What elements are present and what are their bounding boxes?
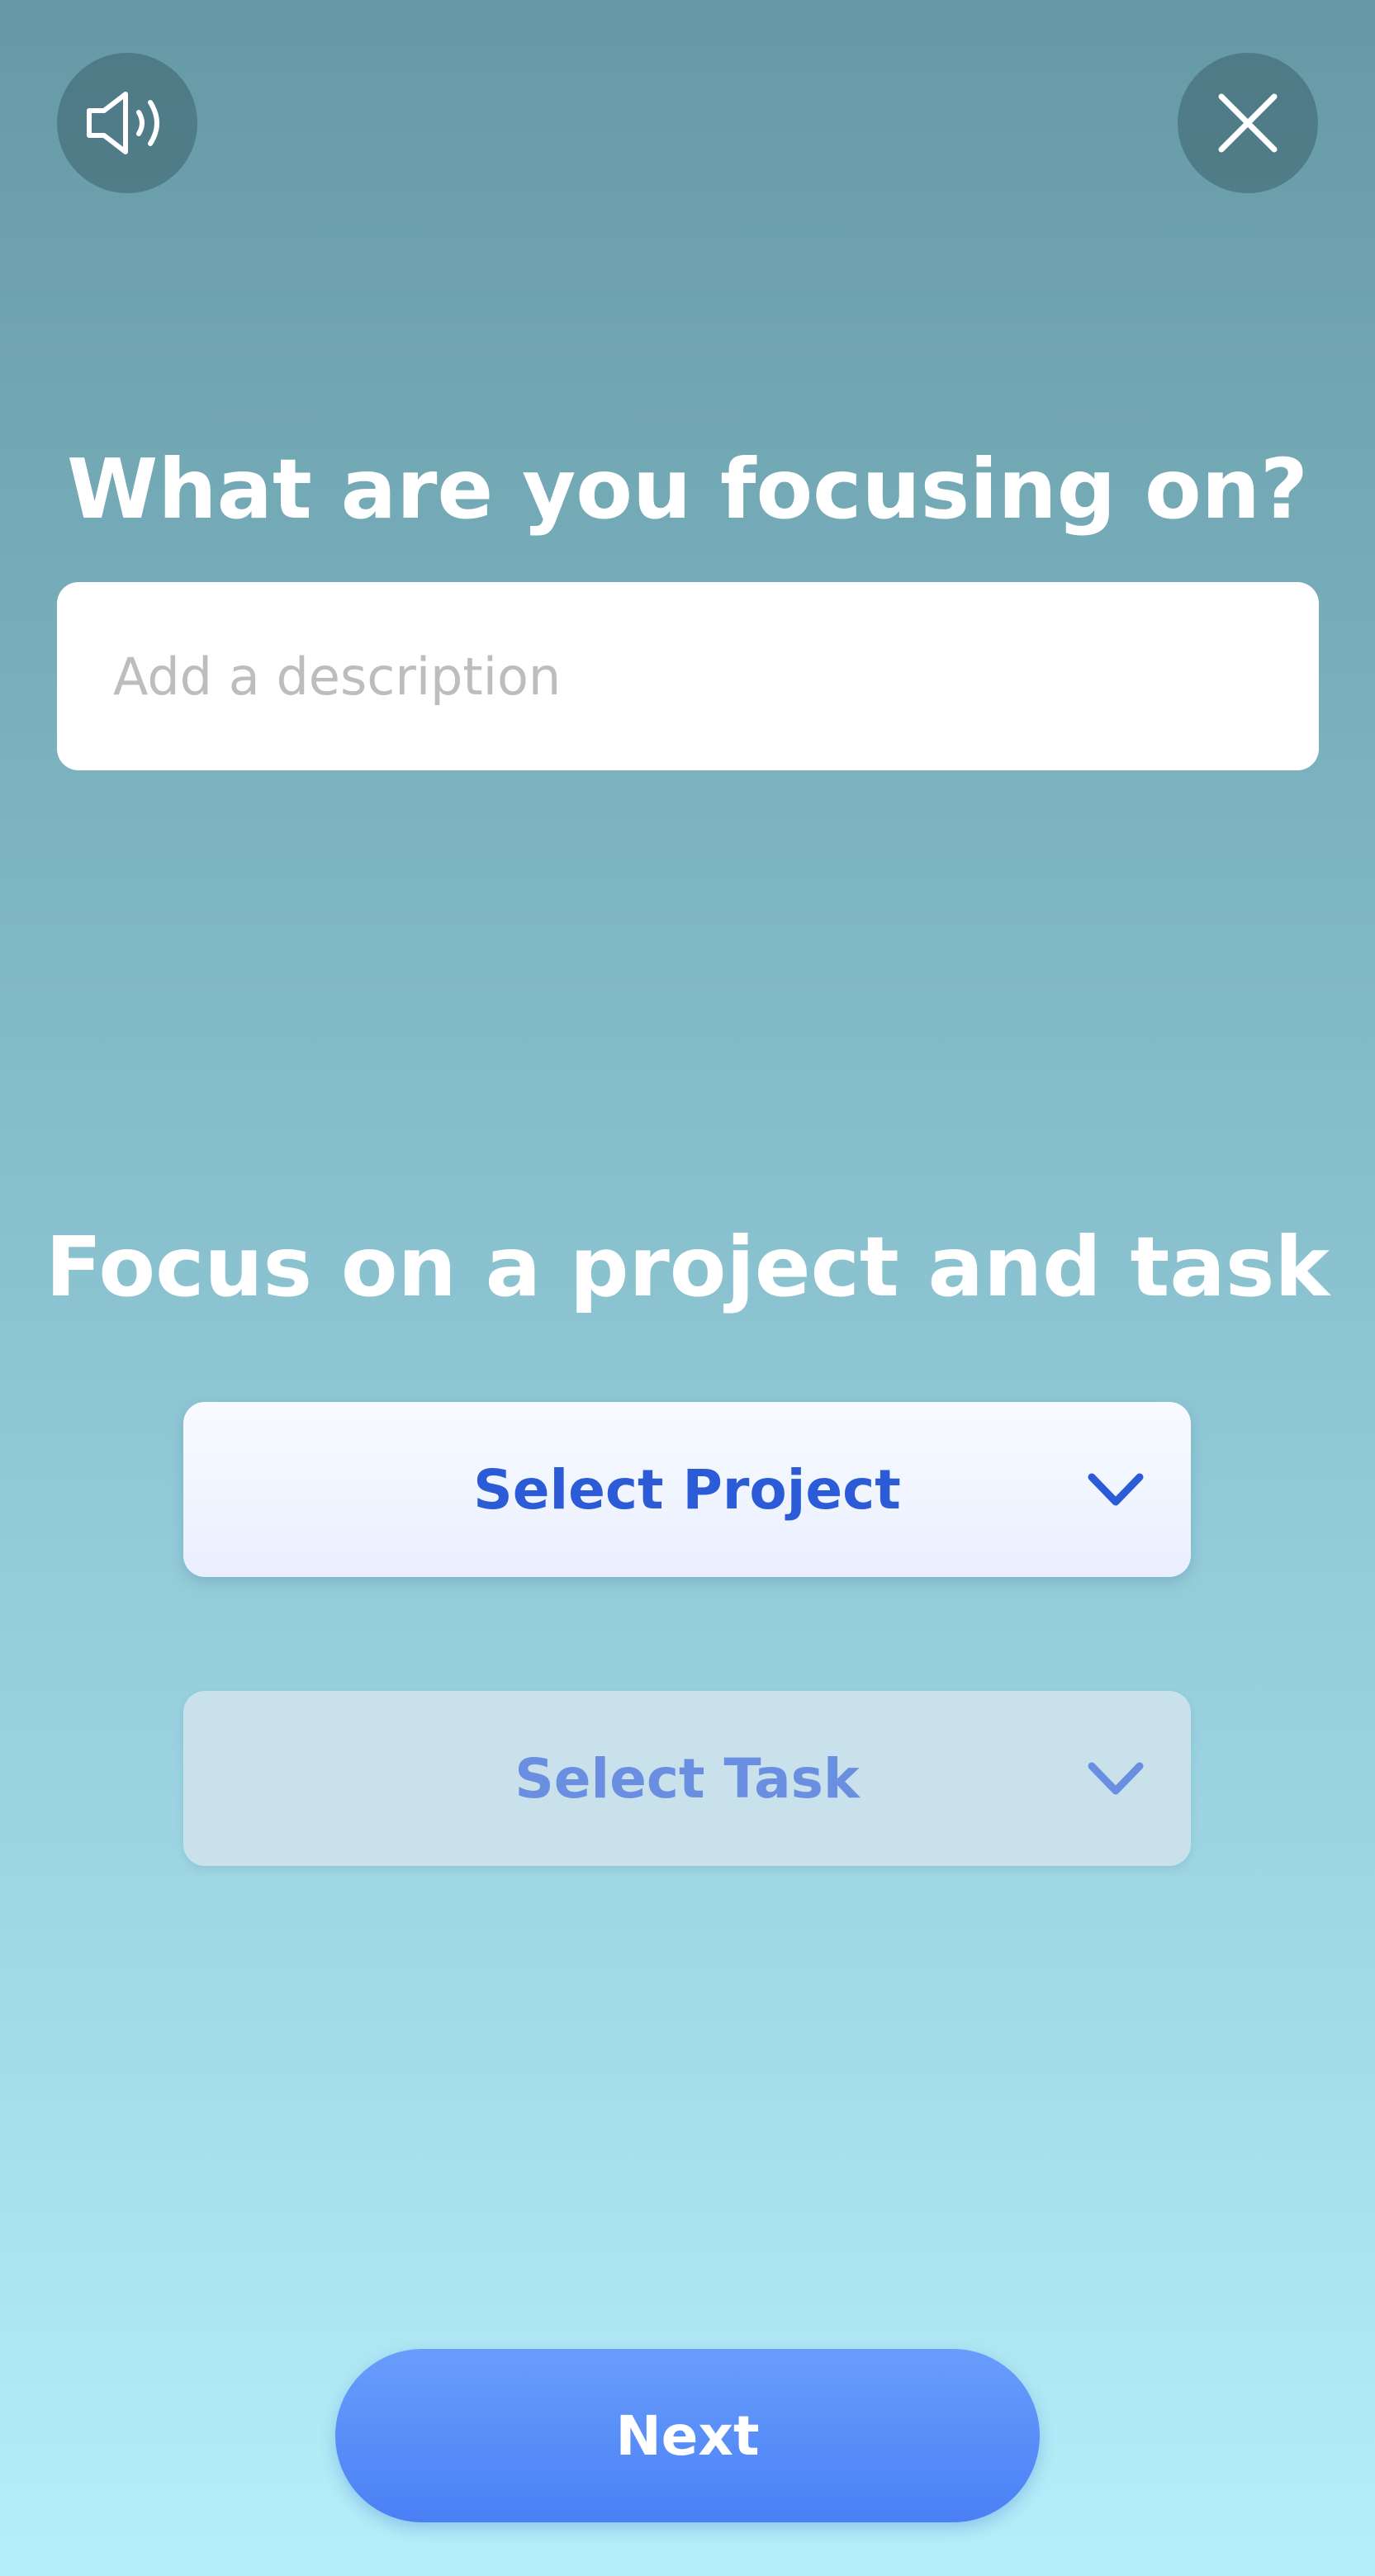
description-input[interactable]	[57, 582, 1319, 770]
sound-button[interactable]	[57, 53, 197, 193]
close-x-icon	[1218, 93, 1278, 153]
focus-question-title: What are you focusing on?	[67, 441, 1308, 537]
project-task-title: Focus on a project and task	[45, 1219, 1330, 1315]
speaker-volume-icon	[87, 92, 159, 154]
close-button[interactable]	[1178, 53, 1318, 193]
select-task-dropdown[interactable]: Select Task	[183, 1691, 1191, 1866]
chevron-down-icon	[1088, 1473, 1144, 1506]
select-task-label: Select Task	[514, 1746, 860, 1811]
select-project-label: Select Project	[473, 1457, 901, 1522]
next-button[interactable]: Next	[335, 2349, 1040, 2522]
chevron-down-icon	[1088, 1762, 1144, 1795]
select-project-dropdown[interactable]: Select Project	[183, 1402, 1191, 1577]
